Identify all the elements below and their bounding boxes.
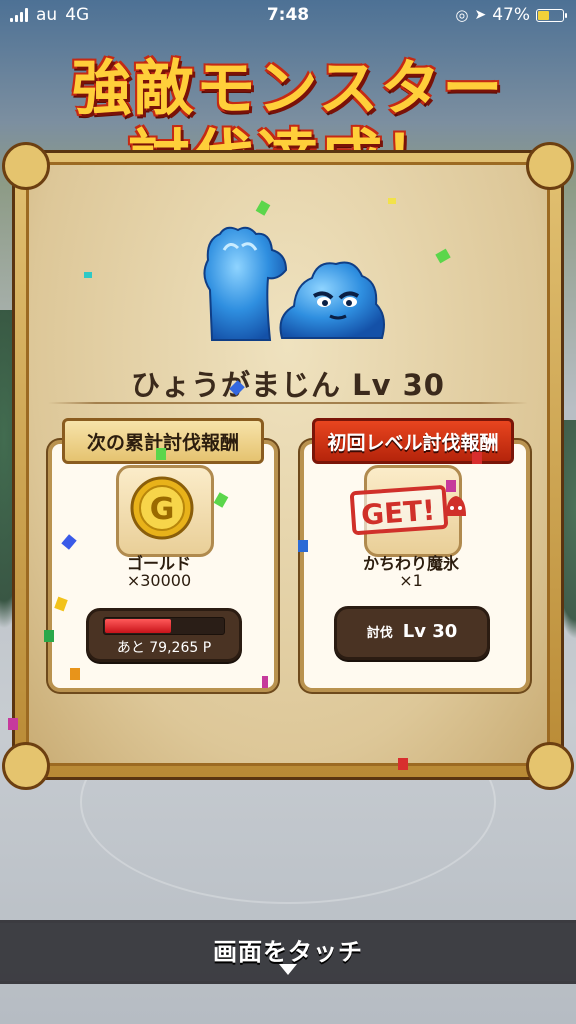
battery-icon [536, 8, 567, 22]
frame-ornament [2, 742, 50, 790]
progress-remaining: あと 79,265 P [116, 640, 212, 656]
ice-golem-monster-icon [203, 226, 385, 341]
status-right: ◎ ➤ 47% [455, 5, 567, 25]
confetti [44, 630, 54, 642]
confetti [472, 452, 482, 464]
status-bar: au 4G 7:48 ◎ ➤ 47% [0, 0, 576, 32]
stamp-text: GET! [360, 494, 436, 532]
frame-ornament [526, 742, 574, 790]
confetti [446, 480, 456, 492]
orientation-lock-icon: ◎ [455, 6, 469, 24]
confetti [388, 198, 396, 204]
confetti [84, 272, 92, 278]
defeat-level-badge: 討伐 Lv 30 [334, 606, 490, 660]
confetti [70, 668, 80, 680]
defeat-level: 討伐 Lv 30 [337, 621, 487, 642]
battery-percent: 47% [492, 5, 530, 25]
cumulative-progress: あと 79,265 P [86, 608, 242, 662]
svg-text:G: G [150, 492, 175, 527]
defeat-label: 討伐 [366, 626, 393, 641]
monster-name: ひょうがまじん Lv 30 [131, 368, 445, 402]
gold-item-frame: G [116, 465, 214, 557]
confetti [156, 448, 166, 460]
confetti [262, 676, 268, 688]
gold-quantity: ×30000 [126, 571, 192, 590]
defeat-level-value: Lv 30 [402, 621, 458, 642]
down-arrow-icon [279, 964, 297, 975]
reward-quantity: ×1 [399, 571, 423, 590]
progress-bar [103, 617, 225, 635]
battery-fill [538, 10, 549, 20]
confetti [8, 718, 18, 730]
touch-screen-prompt[interactable]: 画面をタッチ [0, 932, 576, 967]
frame-ornament [526, 142, 574, 190]
confetti [298, 540, 308, 552]
progress-bar-fill [105, 619, 171, 633]
location-icon: ➤ [474, 7, 487, 23]
confetti [398, 758, 408, 770]
frame-ornament [2, 142, 50, 190]
divider [48, 402, 528, 404]
first-clear-reward-header: 初回レベル討伐報酬 [312, 418, 514, 464]
gold-coin-icon: G [130, 476, 194, 540]
